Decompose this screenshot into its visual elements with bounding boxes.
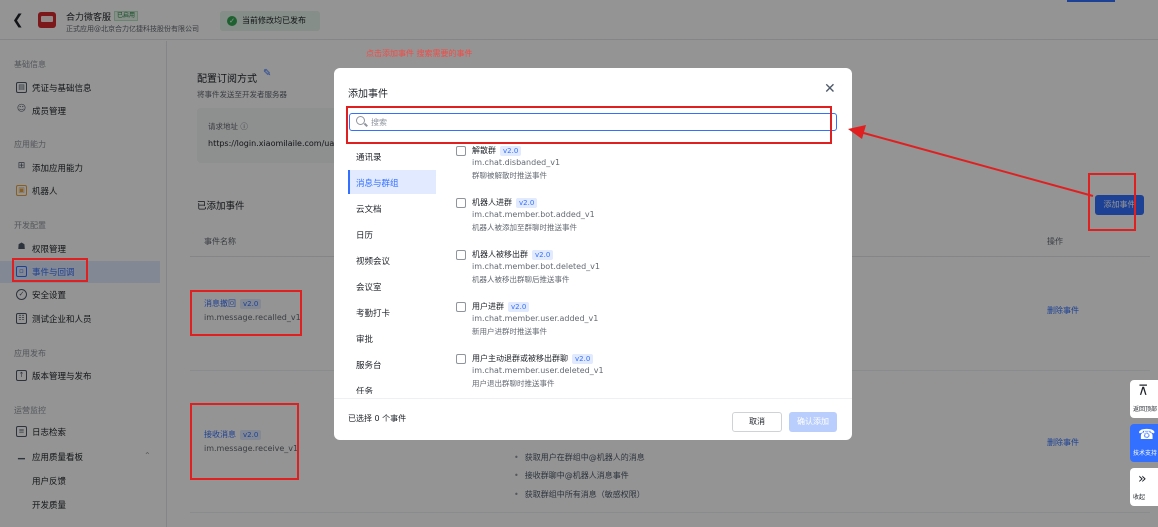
category-item[interactable]: 通讯录 — [348, 144, 436, 168]
event-checkbox[interactable] — [456, 146, 466, 156]
event-option-title: 用户主动退群或被移出群聊 v2.0 — [472, 353, 594, 364]
category-item[interactable]: 考勤打卡 — [348, 300, 436, 324]
event-option-desc: 新用户进群时推送事件 — [472, 327, 547, 336]
event-option-code: im.chat.disbanded_v1 — [472, 158, 561, 167]
category-item[interactable]: 日历 — [348, 222, 436, 246]
annotation-box-search — [346, 106, 832, 144]
selected-count: 已选择 0 个事件 — [348, 414, 407, 423]
category-item[interactable]: 会议室 — [348, 274, 436, 298]
version-badge: v2.0 — [572, 354, 594, 364]
category-item[interactable]: 任务 — [348, 378, 436, 394]
event-option[interactable]: 用户主动退群或被移出群聊 v2.0 im.chat.member.user.del… — [454, 352, 834, 396]
tech-support-button[interactable]: ☎ 技术支持 — [1130, 424, 1158, 462]
event-option[interactable]: 用户进群 v2.0 im.chat.member.user.added_v1 新用… — [454, 300, 834, 350]
collapse-icon: » — [1138, 471, 1147, 487]
category-item[interactable]: 审批 — [348, 326, 436, 350]
headset-icon: ☎ — [1138, 427, 1156, 443]
event-option[interactable]: 机器人进群 v2.0 im.chat.member.bot.added_v1 机器… — [454, 196, 834, 246]
divider — [334, 398, 852, 399]
category-item[interactable]: 服务台 — [348, 352, 436, 376]
version-badge: v2.0 — [508, 302, 530, 312]
version-badge: v2.0 — [500, 146, 522, 156]
version-badge: v2.0 — [516, 198, 538, 208]
event-checkbox[interactable] — [456, 250, 466, 260]
event-checkbox[interactable] — [456, 302, 466, 312]
annotation-box-event-1 — [190, 290, 302, 336]
back-to-top-button[interactable]: ⊼ 返回顶部 — [1130, 380, 1158, 418]
version-badge: v2.0 — [532, 250, 554, 260]
modal-title: 添加事件 — [348, 89, 388, 100]
cancel-button[interactable]: 取消 — [732, 412, 782, 432]
event-option-desc: 用户退出群聊时推送事件 — [472, 379, 555, 388]
back-to-top-icon: ⊼ — [1138, 383, 1149, 399]
event-option-list: 解散群 v2.0 im.chat.disbanded_v1 群聊被解散时推送事件 … — [454, 144, 844, 396]
close-icon[interactable]: ✕ — [824, 81, 836, 97]
annotation-box-sidebar — [12, 258, 88, 282]
event-option-code: im.chat.member.bot.added_v1 — [472, 210, 595, 219]
event-option-code: im.chat.member.bot.deleted_v1 — [472, 262, 600, 271]
category-item[interactable]: 视频会议 — [348, 248, 436, 272]
category-item[interactable]: 云文档 — [348, 196, 436, 220]
event-option-title: 机器人进群 v2.0 — [472, 197, 538, 208]
event-option[interactable]: 解散群 v2.0 im.chat.disbanded_v1 群聊被解散时推送事件 — [454, 144, 834, 194]
collapse-button[interactable]: » 收起 — [1130, 468, 1158, 506]
event-option-desc: 机器人被移出群聊后推送事件 — [472, 275, 570, 284]
confirm-add-button[interactable]: 确认添加 — [789, 412, 837, 432]
annotation-box-event-2 — [190, 403, 299, 480]
category-list: 通讯录 消息与群组 云文档 日历 视频会议 会议室 考勤打卡 审批 服务台 任务 — [348, 144, 438, 394]
event-option-desc: 机器人被添加至群聊时推送事件 — [472, 223, 577, 232]
event-option[interactable]: 机器人被移出群 v2.0 im.chat.member.bot.deleted_v… — [454, 248, 834, 298]
event-option-desc: 群聊被解散时推送事件 — [472, 171, 547, 180]
event-option-code: im.chat.member.user.added_v1 — [472, 314, 599, 323]
event-option-code: im.chat.member.user.deleted_v1 — [472, 366, 604, 375]
category-item[interactable]: 消息与群组 — [348, 170, 436, 194]
event-option-title: 机器人被移出群 v2.0 — [472, 249, 554, 260]
event-option-title: 解散群 v2.0 — [472, 145, 522, 156]
event-checkbox[interactable] — [456, 354, 466, 364]
annotation-note: 点击添加事件 搜索需要的事件 — [366, 49, 473, 58]
event-option-title: 用户进群 v2.0 — [472, 301, 530, 312]
annotation-box-add-button — [1088, 173, 1136, 231]
event-checkbox[interactable] — [456, 198, 466, 208]
